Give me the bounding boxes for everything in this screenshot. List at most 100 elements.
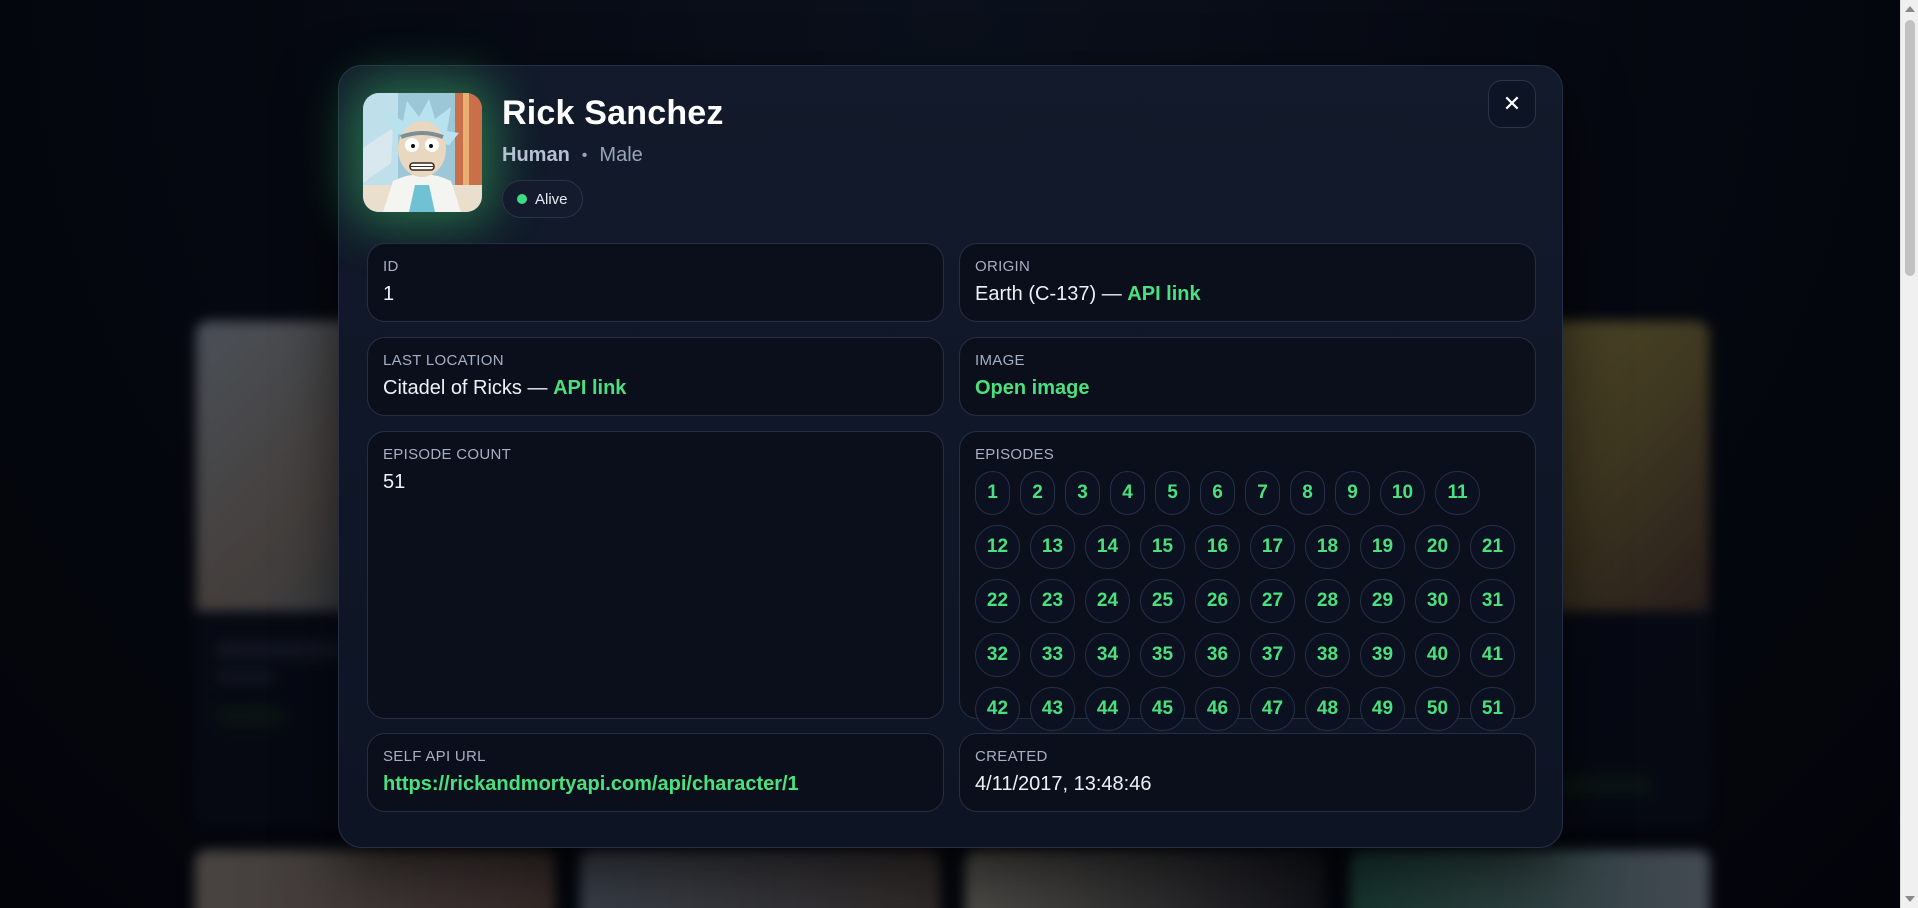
character-subtitle: Human • Male xyxy=(502,144,643,167)
episode-chip[interactable]: 13 xyxy=(1030,525,1075,569)
episode-chip[interactable]: 42 xyxy=(975,687,1020,731)
status-badge: Alive xyxy=(502,180,583,218)
origin-separator: — xyxy=(1101,283,1122,305)
origin-api-link[interactable]: API link xyxy=(1127,283,1200,305)
field-label: ORIGIN xyxy=(975,258,1031,275)
field-label: EPISODE COUNT xyxy=(383,446,512,463)
episode-chip[interactable]: 45 xyxy=(1140,687,1185,731)
episode-chip[interactable]: 17 xyxy=(1250,525,1295,569)
episode-chip[interactable]: 41 xyxy=(1470,633,1515,677)
episode-chip[interactable]: 28 xyxy=(1305,579,1350,623)
episode-chip[interactable]: 22 xyxy=(975,579,1020,623)
field-episode-count: EPISODE COUNT 51 xyxy=(367,431,944,719)
field-value: Earth (C-137) — API link xyxy=(975,283,1520,306)
episode-chip[interactable]: 8 xyxy=(1290,471,1325,515)
episode-chip[interactable]: 1 xyxy=(975,471,1010,515)
episode-chip[interactable]: 25 xyxy=(1140,579,1185,623)
episode-chip[interactable]: 11 xyxy=(1435,471,1480,515)
page-scrollbar[interactable] xyxy=(1900,0,1918,908)
location-name: Citadel of Ricks xyxy=(383,377,522,399)
avatar-glow xyxy=(363,93,482,212)
episode-chip[interactable]: 26 xyxy=(1195,579,1240,623)
character-name: Rick Sanchez xyxy=(502,94,724,132)
field-label: CREATED xyxy=(975,748,1048,765)
close-icon: ✕ xyxy=(1502,91,1522,116)
status-dot-icon xyxy=(517,194,527,204)
episode-chip[interactable]: 14 xyxy=(1085,525,1130,569)
field-label: IMAGE xyxy=(975,352,1025,369)
field-label: LAST LOCATION xyxy=(383,352,504,369)
episode-chip[interactable]: 2 xyxy=(1020,471,1055,515)
location-separator: — xyxy=(527,377,548,399)
episode-chip[interactable]: 49 xyxy=(1360,687,1405,731)
episode-chip[interactable]: 44 xyxy=(1085,687,1130,731)
subtitle-separator: • xyxy=(581,146,588,164)
episode-chip[interactable]: 31 xyxy=(1470,579,1515,623)
episode-chip[interactable]: 40 xyxy=(1415,633,1460,677)
field-created: CREATED 4/11/2017, 13:48:46 xyxy=(959,733,1536,812)
field-label: SELF API URL xyxy=(383,748,486,765)
character-gender: Male xyxy=(599,144,643,166)
episode-chip[interactable]: 29 xyxy=(1360,579,1405,623)
episode-chip[interactable]: 9 xyxy=(1335,471,1370,515)
scroll-down-icon[interactable] xyxy=(1905,896,1915,902)
character-detail-modal: Rick Sanchez Human • Male Alive ✕ ID 1 O… xyxy=(338,65,1563,848)
episode-chip[interactable]: 24 xyxy=(1085,579,1130,623)
scroll-up-icon[interactable] xyxy=(1905,6,1915,12)
episode-chip[interactable]: 37 xyxy=(1250,633,1295,677)
episode-chip[interactable]: 10 xyxy=(1380,471,1425,515)
close-button[interactable]: ✕ xyxy=(1488,80,1536,128)
episode-chip[interactable]: 33 xyxy=(1030,633,1075,677)
episode-chip[interactable]: 36 xyxy=(1195,633,1240,677)
field-value: https://rickandmortyapi.com/api/characte… xyxy=(383,773,928,796)
episode-chip[interactable]: 43 xyxy=(1030,687,1075,731)
episode-chip[interactable]: 27 xyxy=(1250,579,1295,623)
origin-name: Earth (C-137) xyxy=(975,283,1097,305)
episode-chip[interactable]: 6 xyxy=(1200,471,1235,515)
episode-chip[interactable]: 23 xyxy=(1030,579,1075,623)
episode-chip[interactable]: 30 xyxy=(1415,579,1460,623)
status-label: Alive xyxy=(535,190,568,208)
field-label: ID xyxy=(383,258,399,275)
field-value: Citadel of Ricks — API link xyxy=(383,377,928,400)
episode-chip[interactable]: 32 xyxy=(975,633,1020,677)
field-value: 4/11/2017, 13:48:46 xyxy=(975,773,1152,795)
episode-chip[interactable]: 7 xyxy=(1245,471,1280,515)
episode-chip[interactable]: 3 xyxy=(1065,471,1100,515)
field-image: IMAGE Open image xyxy=(959,337,1536,416)
character-avatar xyxy=(363,93,482,212)
episode-chip[interactable]: 21 xyxy=(1470,525,1515,569)
episode-chip[interactable]: 4 xyxy=(1110,471,1145,515)
self-api-link[interactable]: https://rickandmortyapi.com/api/characte… xyxy=(383,773,799,795)
field-value: 51 xyxy=(383,471,406,493)
episode-chip[interactable]: 19 xyxy=(1360,525,1405,569)
field-value: Open image xyxy=(975,377,1520,400)
episode-chip[interactable]: 15 xyxy=(1140,525,1185,569)
episode-chip[interactable]: 50 xyxy=(1415,687,1460,731)
episode-chip[interactable]: 12 xyxy=(975,525,1020,569)
episode-chip[interactable]: 38 xyxy=(1305,633,1350,677)
episode-chip[interactable]: 46 xyxy=(1195,687,1240,731)
open-image-link[interactable]: Open image xyxy=(975,377,1089,399)
episode-chip[interactable]: 48 xyxy=(1305,687,1350,731)
episode-chip[interactable]: 47 xyxy=(1250,687,1295,731)
episode-chip[interactable]: 20 xyxy=(1415,525,1460,569)
location-api-link[interactable]: API link xyxy=(553,377,626,399)
episode-chip[interactable]: 5 xyxy=(1155,471,1190,515)
field-last-location: LAST LOCATION Citadel of Ricks — API lin… xyxy=(367,337,944,416)
episode-chip[interactable]: 18 xyxy=(1305,525,1350,569)
character-species: Human xyxy=(502,144,570,166)
field-origin: ORIGIN Earth (C-137) — API link xyxy=(959,243,1536,322)
episode-list: 1 2 3 4 5 6 7 8 9 10 11 12 13 14 15 16 17 18 19 20 21 22 23 24 2… xyxy=(975,471,1535,736)
field-label: EPISODES xyxy=(975,446,1055,463)
field-episodes: EPISODES 1 2 3 4 5 6 7 8 9 10 11 12 13 14 15 16 17 18 19 20… xyxy=(959,431,1536,731)
scrollbar-thumb[interactable] xyxy=(1905,20,1915,276)
episode-chip[interactable]: 39 xyxy=(1360,633,1405,677)
episode-chip[interactable]: 51 xyxy=(1470,687,1515,731)
episode-chip[interactable]: 35 xyxy=(1140,633,1185,677)
field-value: 1 xyxy=(383,283,395,305)
field-self-api-url: SELF API URL https://rickandmortyapi.com… xyxy=(367,733,944,812)
episode-chip[interactable]: 34 xyxy=(1085,633,1130,677)
field-id: ID 1 xyxy=(367,243,944,322)
episode-chip[interactable]: 16 xyxy=(1195,525,1240,569)
